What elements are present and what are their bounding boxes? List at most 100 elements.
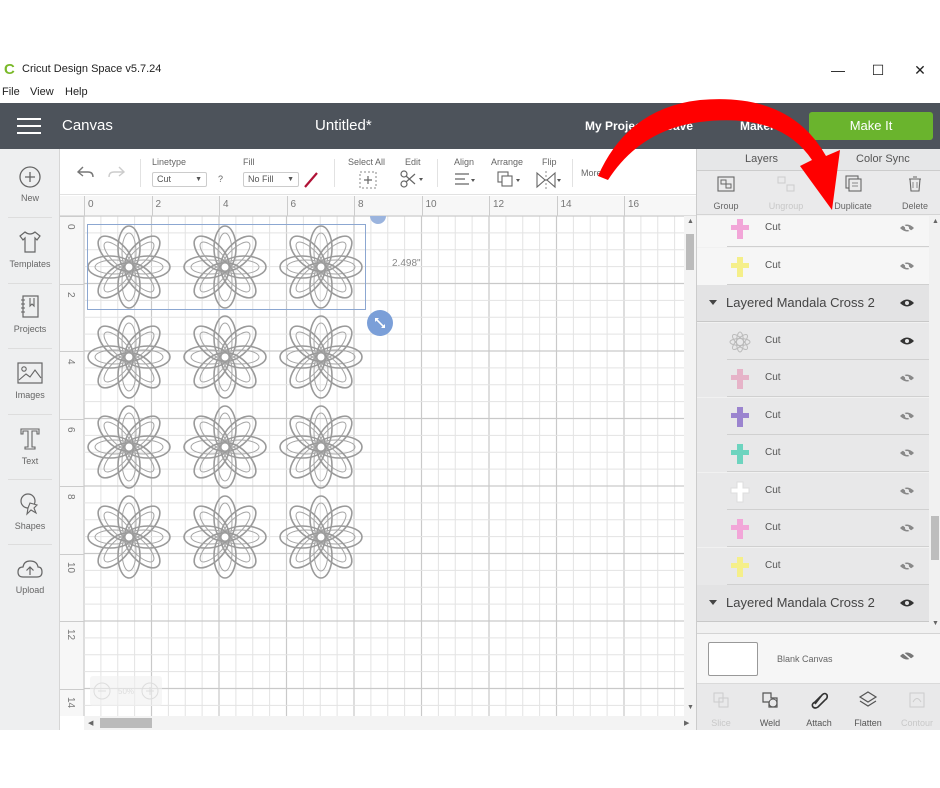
eye-hidden-icon[interactable] — [899, 409, 915, 422]
maximize-button[interactable]: ☐ — [858, 60, 898, 80]
resize-handle[interactable] — [367, 310, 393, 336]
edit-scissors-icon[interactable] — [399, 169, 425, 189]
ungroup-button[interactable]: Ungroup — [758, 175, 814, 211]
fill-select[interactable]: No Fill ▼ — [243, 172, 299, 187]
fill-color-swatch-icon[interactable] — [303, 171, 319, 189]
sidebar-item-new[interactable]: New — [0, 165, 60, 229]
layer-group[interactable]: Layered Mandala Cross 2 — [697, 585, 929, 622]
group-button[interactable]: Group — [698, 175, 754, 211]
eye-hidden-icon[interactable] — [899, 259, 915, 272]
flatten-button[interactable]: Flatten — [843, 690, 893, 728]
eye-icon[interactable] — [899, 335, 915, 347]
mandala-design[interactable] — [279, 315, 363, 399]
linetype-help-icon[interactable]: ? — [218, 174, 223, 184]
ruler-tick-label: 8 — [358, 199, 364, 210]
layer-item[interactable]: Cut — [697, 547, 929, 585]
select-all-icon[interactable] — [359, 171, 377, 189]
mandala-design[interactable] — [87, 315, 171, 399]
layer-item[interactable]: Cut — [697, 435, 929, 472]
menu-help[interactable]: Help — [65, 86, 88, 98]
eye-icon[interactable] — [899, 597, 915, 609]
my-projects-link[interactable]: My Projects — [585, 119, 652, 133]
delete-button[interactable]: Delete — [887, 175, 940, 211]
mandala-design[interactable] — [183, 495, 267, 579]
layer-item[interactable]: Cut — [697, 322, 929, 360]
eye-hidden-icon[interactable] — [899, 372, 915, 384]
hamburger-menu-icon[interactable] — [17, 118, 41, 135]
sidebar-item-label: New — [20, 193, 39, 203]
layer-group[interactable]: Layered Mandala Cross 2 — [697, 285, 929, 322]
caret-down-icon[interactable] — [709, 300, 717, 305]
align-icon[interactable] — [453, 171, 477, 189]
close-button[interactable]: ✕ — [900, 60, 940, 80]
sidebar-item-text[interactable]: Text — [0, 426, 60, 490]
arrange-icon[interactable] — [496, 170, 522, 190]
scrollbar-thumb[interactable] — [686, 234, 694, 270]
mandala-design[interactable] — [87, 495, 171, 579]
scroll-up-arrow[interactable]: ▲ — [687, 218, 694, 225]
canvas-horizontal-scrollbar[interactable]: ◀ ▶ — [84, 716, 696, 730]
scroll-down-arrow[interactable]: ▼ — [932, 620, 939, 627]
mandala-design[interactable] — [279, 495, 363, 579]
zoom-out-in-icons[interactable]: 50% — [90, 676, 162, 706]
ruler-corner — [60, 196, 84, 216]
scroll-left-arrow[interactable]: ◀ — [88, 719, 93, 727]
save-link[interactable]: Save — [665, 119, 693, 133]
sidebar-item-shapes[interactable]: Shapes — [0, 491, 60, 555]
layer-item[interactable]: Cut — [697, 510, 929, 547]
redo-icon[interactable] — [106, 164, 126, 180]
sidebar-item-upload[interactable]: Upload — [0, 557, 60, 621]
zoom-control[interactable]: 50% — [90, 676, 162, 706]
layer-item[interactable]: Cut — [697, 397, 929, 435]
divider — [8, 544, 52, 545]
machine-selector[interactable]: Maker — [740, 119, 775, 133]
more-menu[interactable]: More ▾ — [581, 168, 609, 179]
mandala-design[interactable] — [183, 405, 267, 489]
mandala-design[interactable] — [279, 405, 363, 489]
attach-button[interactable]: Attach — [794, 690, 844, 728]
eye-icon[interactable] — [899, 297, 915, 309]
make-it-button[interactable]: Make It — [809, 112, 933, 140]
weld-button[interactable]: Weld — [745, 690, 795, 728]
layer-item[interactable]: Cut — [697, 216, 929, 247]
layer-name: Cut — [765, 559, 781, 571]
canvas-color-swatch[interactable] — [708, 642, 758, 676]
eye-hidden-icon[interactable] — [899, 222, 915, 234]
selection-bounding-box[interactable] — [87, 224, 366, 310]
scroll-down-arrow[interactable]: ▼ — [687, 704, 694, 711]
eye-hidden-icon[interactable] — [899, 522, 915, 534]
svg-text:50%: 50% — [118, 687, 134, 696]
mandala-design[interactable] — [87, 405, 171, 489]
eye-hidden-icon[interactable] — [899, 559, 915, 572]
mandala-design[interactable] — [183, 315, 267, 399]
scroll-up-arrow[interactable]: ▲ — [932, 218, 939, 225]
layers-scrollbar[interactable]: ▲ ▼ — [929, 216, 940, 632]
select-all-label: Select All — [348, 157, 386, 167]
caret-down-icon[interactable] — [709, 600, 717, 605]
duplicate-button[interactable]: Duplicate — [825, 175, 881, 211]
tab-layers[interactable]: Layers — [745, 153, 778, 165]
scroll-right-arrow[interactable]: ▶ — [684, 719, 689, 727]
app-header: Canvas Untitled* My Projects Save Maker … — [0, 103, 940, 149]
tab-color-sync[interactable]: Color Sync — [856, 153, 910, 165]
scrollbar-thumb[interactable] — [100, 718, 152, 728]
flip-icon[interactable] — [535, 170, 563, 190]
undo-icon[interactable] — [76, 164, 96, 180]
linetype-select[interactable]: Cut ▼ — [152, 172, 207, 187]
canvas-vertical-scrollbar[interactable]: ▲ ▼ — [684, 216, 696, 716]
eye-hidden-icon[interactable] — [899, 484, 915, 497]
minimize-button[interactable]: — — [818, 60, 858, 80]
layer-item[interactable]: Cut — [697, 360, 929, 397]
blank-canvas-layer[interactable]: Blank Canvas — [697, 633, 940, 683]
layer-item[interactable]: Cut — [697, 472, 929, 510]
menu-file[interactable]: File — [2, 86, 20, 98]
menu-view[interactable]: View — [30, 86, 54, 98]
eye-hidden-icon[interactable] — [899, 650, 915, 662]
slice-button[interactable]: Slice — [696, 690, 746, 728]
chevron-down-icon[interactable] — [780, 118, 793, 131]
contour-button[interactable]: Contour — [892, 690, 940, 728]
design-canvas[interactable]: 2.498" — [84, 216, 684, 716]
scrollbar-thumb[interactable] — [931, 516, 939, 560]
layer-item[interactable]: Cut — [697, 247, 929, 285]
eye-hidden-icon[interactable] — [899, 447, 915, 459]
